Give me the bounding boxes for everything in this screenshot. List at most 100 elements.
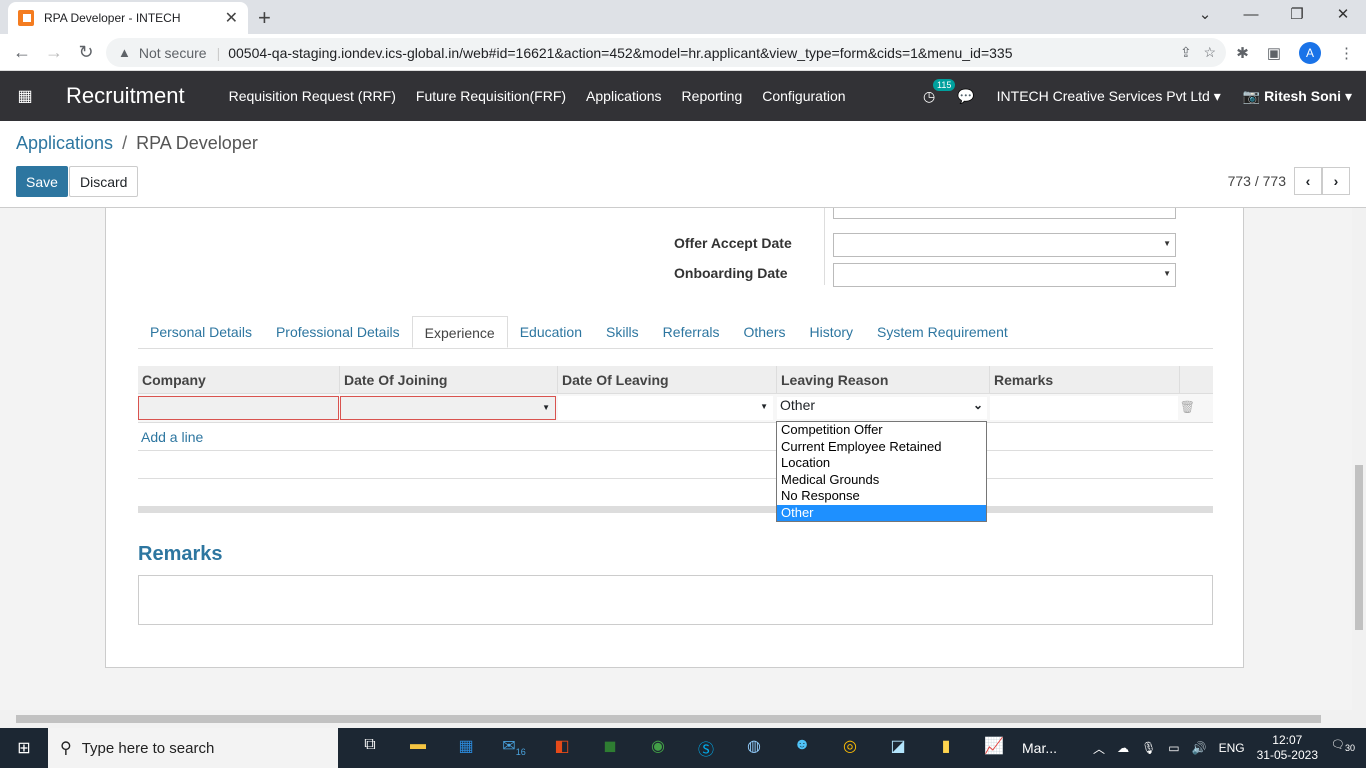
col-leaving-reason[interactable]: Leaving Reason <box>777 366 990 393</box>
notification-icon[interactable]: 🗨30 <box>1330 738 1356 758</box>
discard-button[interactable]: Discard <box>69 166 139 197</box>
offer-accept-date-input[interactable]: ▼ <box>833 233 1176 257</box>
taskbar-search-input[interactable]: ⚲ Type here to search <box>48 728 338 768</box>
notes-app-icon[interactable]: ◪ <box>874 736 922 760</box>
vertical-scroll-thumb[interactable] <box>1355 465 1363 630</box>
add-line-link[interactable]: Add a line <box>138 423 1213 451</box>
chart-app-icon[interactable]: 📈 <box>970 736 1018 760</box>
menu-applications[interactable]: Applications <box>586 88 662 104</box>
date-of-leaving-input[interactable]: ▼ <box>558 396 773 420</box>
office-icon[interactable]: ◧ <box>538 736 586 760</box>
chevron-down-icon[interactable]: ⌄ <box>1182 0 1228 34</box>
browser-tab[interactable]: RPA Developer - INTECH ✕ <box>8 2 248 34</box>
forward-icon[interactable]: → <box>38 42 70 63</box>
clock[interactable]: 12:07 31-05-2023 <box>1257 733 1318 763</box>
tab-referrals[interactable]: Referrals <box>651 316 732 348</box>
date-of-joining-input[interactable]: ▼ <box>340 396 556 420</box>
previous-field-input[interactable] <box>833 208 1176 219</box>
remarks-textarea[interactable] <box>138 575 1213 625</box>
vertical-scrollbar[interactable] <box>1352 208 1366 710</box>
tab-others[interactable]: Others <box>731 316 797 348</box>
tab-system-requirement[interactable]: System Requirement <box>865 316 1020 348</box>
chat-app-icon[interactable]: ◼ <box>586 736 634 760</box>
option-competition-offer[interactable]: Competition Offer <box>777 422 986 439</box>
store-icon[interactable]: ▦ <box>442 736 490 760</box>
col-remarks[interactable]: Remarks <box>990 366 1180 393</box>
leaving-reason-select[interactable]: Other ⌄ <box>777 397 987 419</box>
task-view-icon[interactable]: ⧉ <box>346 736 394 760</box>
option-medical-grounds[interactable]: Medical Grounds <box>777 472 986 489</box>
trash-icon[interactable]: 🗑 <box>1180 400 1195 414</box>
menu-rrf[interactable]: Requisition Request (RRF) <box>229 88 396 104</box>
col-date-of-leaving[interactable]: Date Of Leaving <box>558 366 777 393</box>
file-explorer-icon[interactable]: ▬ <box>394 736 442 760</box>
app-brand[interactable]: Recruitment <box>66 83 185 109</box>
chrome-icon[interactable]: ◎ <box>826 736 874 760</box>
system-tray: ︿ ☁ 🎙 ▭ 🔊 ENG 12:07 31-05-2023 🗨30 <box>1093 728 1356 768</box>
skype-icon[interactable]: Ⓢ <box>682 736 730 760</box>
sidebar-icon[interactable]: ▣ <box>1267 44 1281 62</box>
volume-icon[interactable]: 🔊 <box>1192 741 1207 755</box>
remarks-cell-input[interactable] <box>990 396 1178 420</box>
tab-professional-details[interactable]: Professional Details <box>264 316 412 348</box>
url-text: 00504-qa-staging.iondev.ics-global.in/we… <box>228 44 1013 61</box>
cloud-icon[interactable]: ☁ <box>1117 741 1129 755</box>
reload-icon[interactable]: ↻ <box>70 42 102 63</box>
user-menu[interactable]: 📷 Ritesh Soni ▾ <box>1243 88 1352 105</box>
option-location[interactable]: Location <box>777 455 986 472</box>
save-button[interactable]: Save <box>16 166 68 197</box>
share-bookmark-icons[interactable]: ⇪ ☆ <box>1180 44 1216 61</box>
tab-education[interactable]: Education <box>508 316 594 348</box>
chevron-up-icon[interactable]: ︿ <box>1093 740 1105 757</box>
horizontal-scrollbar[interactable] <box>0 710 1366 728</box>
profile-avatar[interactable]: A <box>1299 42 1321 64</box>
pager-prev-icon[interactable]: ‹ <box>1294 167 1322 195</box>
menu-dots-icon[interactable]: ⋮ <box>1339 44 1354 62</box>
menu-configuration[interactable]: Configuration <box>762 88 845 104</box>
url-input[interactable]: ▲ Not secure | 00504-qa-staging.iondev.i… <box>106 38 1226 67</box>
minimize-icon[interactable]: — <box>1228 0 1274 34</box>
mail-icon[interactable]: ✉16 <box>490 736 538 760</box>
menu-reporting[interactable]: Reporting <box>682 88 743 104</box>
close-icon[interactable]: ✕ <box>225 8 238 28</box>
mic-icon[interactable]: 🎙 <box>1141 741 1156 755</box>
file-app-icon[interactable]: ▮ <box>922 736 970 760</box>
taskbar-app-label[interactable]: Mar... <box>1022 740 1057 756</box>
robot-app-icon[interactable]: ☻ <box>778 736 826 760</box>
user-avatar-icon: 📷 <box>1242 87 1261 104</box>
column-divider <box>824 208 825 285</box>
url-separator: | <box>216 44 221 61</box>
onboarding-date-input[interactable]: ▼ <box>833 263 1176 287</box>
globe-app-icon[interactable]: ◍ <box>730 736 778 760</box>
menu-frf[interactable]: Future Requisition(FRF) <box>416 88 566 104</box>
apps-grid-icon[interactable]: ▦ <box>0 86 50 106</box>
horizontal-scroll-thumb[interactable] <box>16 715 1321 723</box>
back-icon[interactable]: ← <box>6 42 38 63</box>
restore-icon[interactable]: ❐ <box>1274 0 1320 34</box>
video-app-icon[interactable]: ◉ <box>634 736 682 760</box>
breadcrumb-applications[interactable]: Applications <box>16 133 113 153</box>
tab-personal-details[interactable]: Personal Details <box>138 316 264 348</box>
tab-history[interactable]: History <box>797 316 865 348</box>
option-no-response[interactable]: No Response <box>777 488 986 505</box>
caret-down-icon: ▼ <box>542 403 550 412</box>
new-tab-button[interactable]: + <box>258 5 271 31</box>
company-input[interactable] <box>138 396 339 420</box>
tab-experience[interactable]: Experience <box>411 316 508 348</box>
leaving-reason-dropdown: Competition Offer Current Employee Retai… <box>776 421 987 522</box>
extensions-icon[interactable]: ✱ <box>1236 44 1249 62</box>
option-other[interactable]: Other <box>777 504 986 521</box>
battery-icon[interactable]: ▭ <box>1168 741 1179 755</box>
windows-start-icon[interactable]: ⊞ <box>0 738 48 758</box>
chat-icon[interactable]: 💬 <box>957 88 974 105</box>
pager-next-icon[interactable]: › <box>1322 167 1350 195</box>
company-switcher[interactable]: INTECH Creative Services Pvt Ltd ▾ <box>997 88 1221 105</box>
activity-clock-icon[interactable]: ◷ 115 <box>923 78 956 105</box>
option-current-employee-retained[interactable]: Current Employee Retained <box>777 439 986 456</box>
col-company[interactable]: Company <box>138 366 340 393</box>
col-date-of-joining[interactable]: Date Of Joining <box>340 366 558 393</box>
not-secure-label: Not secure <box>138 44 207 61</box>
close-window-icon[interactable]: ✕ <box>1320 0 1366 34</box>
language-indicator[interactable]: ENG <box>1219 741 1245 755</box>
tab-skills[interactable]: Skills <box>594 316 651 348</box>
